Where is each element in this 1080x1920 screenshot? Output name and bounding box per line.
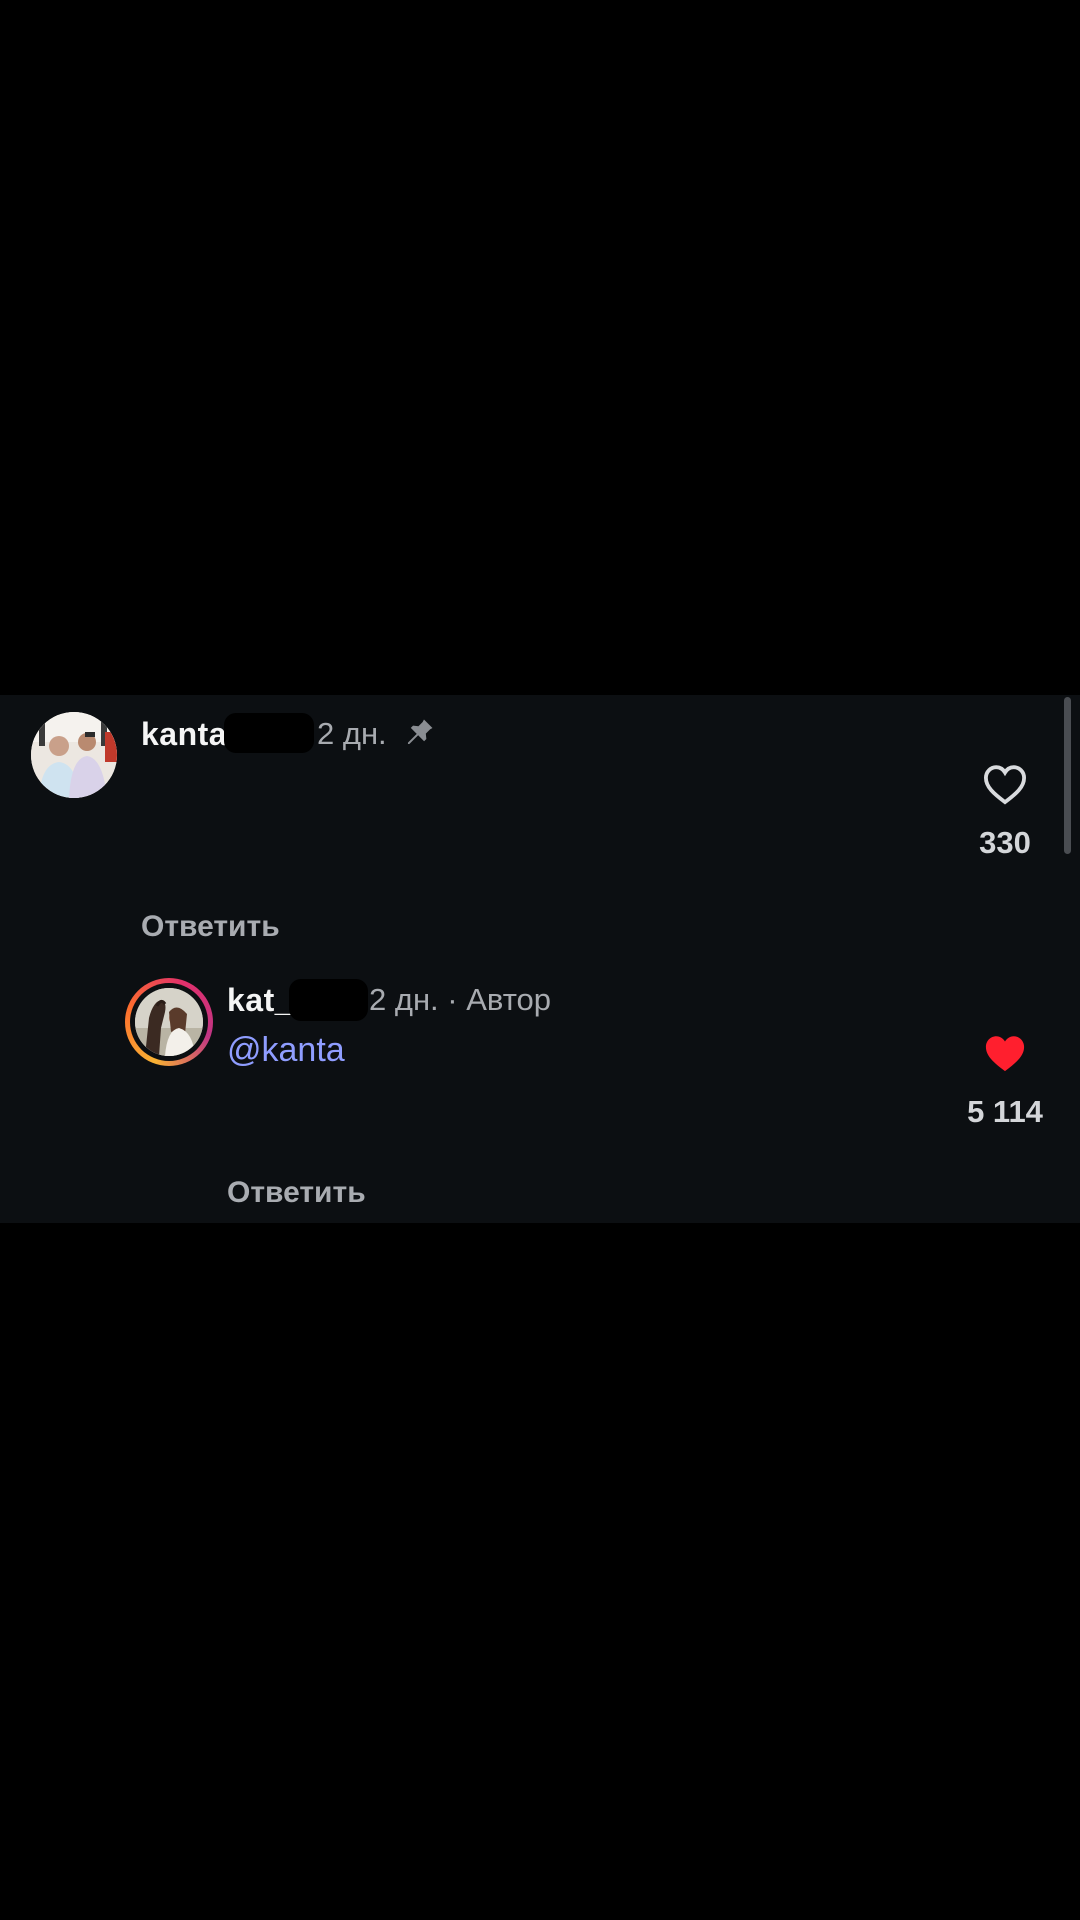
avatar[interactable] [31, 712, 117, 798]
mention-link[interactable]: @kanta [227, 1031, 345, 1070]
redaction-block [289, 979, 368, 1021]
redaction-block [224, 713, 314, 753]
scrollbar[interactable] [1064, 697, 1071, 854]
avatar [135, 988, 203, 1056]
pin-icon [407, 719, 433, 745]
reply-button[interactable]: Ответить [227, 1176, 366, 1210]
reply-button[interactable]: Ответить [141, 910, 280, 944]
comment-time: 2 дн. [317, 716, 387, 751]
comment-username[interactable]: kanta [141, 716, 227, 753]
comments-panel [0, 695, 1080, 1223]
comment-username[interactable]: kat_ [227, 982, 293, 1019]
avatar-photo [31, 712, 117, 798]
like-count: 5 114 [967, 1094, 1043, 1129]
avatar-photo [135, 988, 203, 1056]
heart-filled-icon[interactable] [982, 1032, 1028, 1074]
heart-outline-icon[interactable] [982, 763, 1028, 805]
story-ring[interactable] [125, 978, 213, 1066]
like-count: 330 [979, 825, 1031, 860]
comment-time: 2 дн. · Автор [369, 982, 552, 1017]
